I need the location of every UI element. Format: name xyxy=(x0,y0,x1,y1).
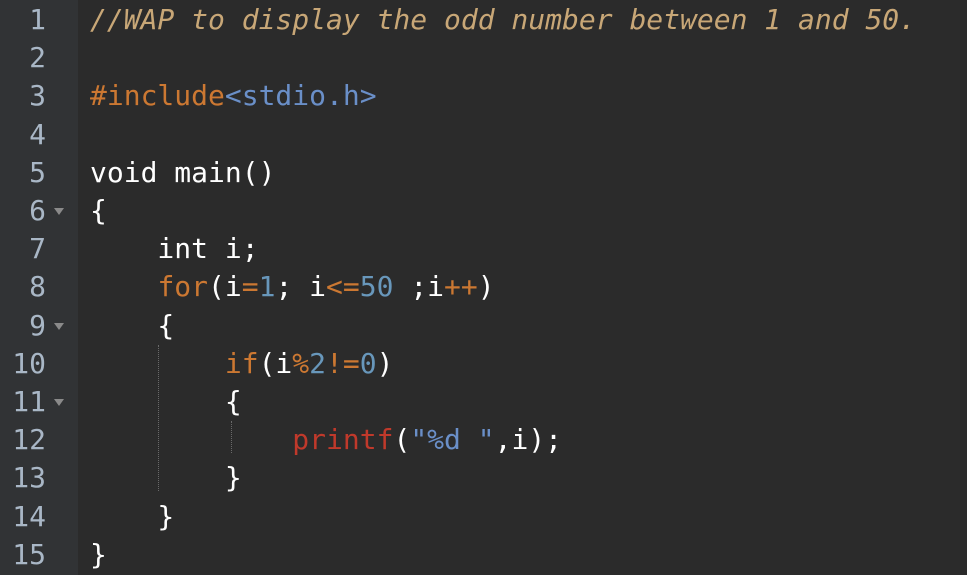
code-token: if xyxy=(224,346,259,380)
code-text[interactable]: //WAP to display the odd number between … xyxy=(90,1,916,39)
code-line[interactable]: 12 printf("%d ",i); xyxy=(0,421,967,459)
code-token: int i; xyxy=(90,232,259,266)
code-token: 50 xyxy=(359,270,394,304)
indent-guide xyxy=(158,345,159,491)
code-token: ;i xyxy=(393,270,445,304)
code-token: = xyxy=(241,270,259,304)
code-line[interactable]: 5 void main() xyxy=(0,154,967,192)
code-text[interactable]: } xyxy=(90,459,242,497)
code-token: (i xyxy=(208,270,242,304)
code-text[interactable]: for(i=1; i<=50 ;i++) xyxy=(90,268,495,306)
line-number: 4 xyxy=(29,117,46,151)
code-token: 0 xyxy=(359,346,377,380)
line-number: 8 xyxy=(29,270,46,304)
code-token: { xyxy=(90,385,242,418)
code-line[interactable]: 13 } xyxy=(0,459,967,497)
line-number: 5 xyxy=(29,155,46,189)
code-token: 1 xyxy=(258,270,276,304)
code-token: ) xyxy=(376,346,394,380)
indent-guide xyxy=(231,421,232,453)
code-text[interactable]: void main() xyxy=(90,154,275,192)
line-number: 11 xyxy=(12,385,46,418)
code-line[interactable]: 14 } xyxy=(0,498,967,536)
code-token: ; i xyxy=(275,270,327,304)
line-number: 10 xyxy=(12,346,46,380)
code-line[interactable]: 7 int i; xyxy=(0,230,967,268)
code-token: ++ xyxy=(444,270,478,304)
code-token: <stdio.h> xyxy=(224,79,377,113)
code-line[interactable]: 11 { xyxy=(0,383,967,421)
code-line[interactable]: 1 //WAP to display the odd number between… xyxy=(0,1,967,39)
code-token: for xyxy=(157,270,209,304)
code-token: } xyxy=(90,499,175,533)
code-token: ,i); xyxy=(494,423,563,457)
code-token: <= xyxy=(326,270,360,304)
code-token: } xyxy=(90,461,242,495)
code-line[interactable]: 8 for(i=1; i<=50 ;i++) xyxy=(0,268,967,306)
code-line[interactable]: 3 #include<stdio.h> xyxy=(0,77,967,115)
line-number: 6 xyxy=(29,194,46,227)
code-line[interactable]: 10 if(i%2!=0) xyxy=(0,345,967,383)
code-token: % xyxy=(292,346,310,380)
line-number: 1 xyxy=(29,3,46,36)
code-line[interactable]: 15} xyxy=(0,536,967,574)
fold-arrow-icon[interactable] xyxy=(54,322,64,330)
code-text[interactable]: #include<stdio.h> xyxy=(90,77,377,115)
code-token: != xyxy=(326,346,360,380)
fold-arrow-icon[interactable] xyxy=(54,399,64,406)
code-token: ( xyxy=(393,423,411,457)
line-number: 15 xyxy=(12,537,46,571)
code-token: } xyxy=(90,537,107,571)
code-token: { xyxy=(90,194,107,227)
code-token: "%d " xyxy=(410,423,495,457)
code-text[interactable]: if(i%2!=0) xyxy=(90,345,394,383)
code-line[interactable]: 6{ xyxy=(0,192,967,230)
code-editor[interactable]: 1 //WAP to display the odd number between… xyxy=(0,0,967,575)
code-text[interactable]: { xyxy=(90,383,242,421)
code-token: void main() xyxy=(90,155,276,189)
code-token: #include xyxy=(90,79,225,113)
line-number: 7 xyxy=(29,232,46,266)
code-token: { xyxy=(90,308,175,342)
line-number: 12 xyxy=(12,423,46,457)
code-text[interactable]: { xyxy=(90,307,174,345)
code-line[interactable]: 9 { xyxy=(0,307,967,345)
line-number: 3 xyxy=(29,79,46,113)
code-token: 2 xyxy=(309,346,327,380)
line-number: 14 xyxy=(12,499,46,533)
line-number: 9 xyxy=(29,308,46,342)
code-text[interactable]: } xyxy=(90,498,174,536)
fold-arrow-icon[interactable] xyxy=(54,208,64,215)
line-number: 2 xyxy=(29,41,46,75)
code-line[interactable]: 4 xyxy=(0,116,967,154)
code-token: ) xyxy=(477,270,495,304)
code-line[interactable]: 2 xyxy=(0,39,967,77)
code-token: printf xyxy=(292,423,394,457)
code-text[interactable]: printf("%d ",i); xyxy=(90,421,562,459)
code-text[interactable]: { xyxy=(90,192,107,230)
code-text[interactable]: int i; xyxy=(90,230,259,268)
line-number: 13 xyxy=(12,461,46,495)
code-token: //WAP to display the odd number between … xyxy=(90,3,917,36)
code-token: (i xyxy=(258,346,293,380)
code-text[interactable]: } xyxy=(90,536,107,574)
